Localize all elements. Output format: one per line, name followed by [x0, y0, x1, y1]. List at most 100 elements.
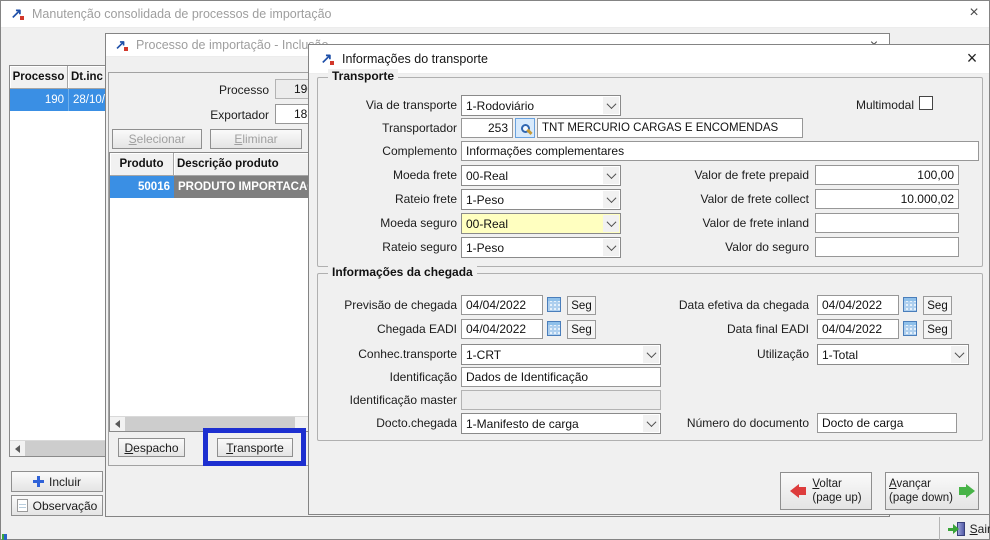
- chevron-down-icon[interactable]: [603, 97, 619, 114]
- selecionar-button-label: Selecionar: [129, 132, 186, 146]
- processo-label: Processo: [169, 83, 269, 97]
- data-final-eadi-label: Data final EADI: [639, 322, 809, 336]
- previsao-chegada-field[interactable]: 04/04/2022: [461, 295, 543, 315]
- incluir-button-label: Incluir: [49, 475, 81, 489]
- chevron-down-icon[interactable]: [603, 167, 619, 184]
- valor-inland-field[interactable]: [815, 213, 959, 233]
- chevron-down-icon[interactable]: [603, 215, 619, 232]
- cell-produto[interactable]: 50016: [110, 176, 174, 198]
- chevron-down-icon[interactable]: [603, 191, 619, 208]
- exit-door-icon: [948, 522, 965, 537]
- via-transporte-combo[interactable]: 1-Rodoviário: [461, 95, 621, 116]
- identificacao-field[interactable]: Dados de Identificação: [461, 367, 661, 387]
- valor-collect-label: Valor de frete collect: [649, 192, 809, 206]
- main-window-title: Manutenção consolidada de processos de i…: [32, 7, 332, 21]
- data-efetiva-label: Data efetiva da chegada: [639, 298, 809, 312]
- rateio-frete-label: Rateio frete: [329, 192, 457, 206]
- valor-prepaid-field[interactable]: 100,00: [815, 165, 959, 185]
- weekday-badge: Seg: [567, 296, 596, 315]
- transportador-name-field: TNT MERCURIO CARGAS E ENCOMENDAS: [537, 118, 803, 138]
- sair-button[interactable]: Sair: [939, 517, 990, 540]
- weekday-badge: Seg: [923, 296, 952, 315]
- data-final-eadi-field[interactable]: 04/04/2022: [817, 319, 899, 339]
- eliminar-button[interactable]: Eliminar: [210, 129, 302, 149]
- multimodal-checkbox[interactable]: [919, 96, 933, 110]
- via-transporte-value: 1-Rodoviário: [466, 99, 534, 113]
- main-window-titlebar: ↗ Manutenção consolidada de processos de…: [1, 1, 989, 28]
- chegada-legend: Informações da chegada: [328, 265, 477, 279]
- rateio-frete-value: 1-Peso: [466, 193, 504, 207]
- rateio-seguro-value: 1-Peso: [466, 241, 504, 255]
- numero-documento-label: Número do documento: [664, 416, 809, 430]
- chegada-eadi-label: Chegada EADI: [329, 322, 457, 336]
- moeda-frete-combo[interactable]: 00-Real: [461, 165, 621, 186]
- transportador-code-field[interactable]: 253: [461, 118, 513, 138]
- close-icon[interactable]: ×: [961, 4, 987, 24]
- valor-collect-field[interactable]: 10.000,02: [815, 189, 959, 209]
- sair-button-label: Sair: [970, 522, 990, 536]
- col-header-processo[interactable]: Processo: [10, 66, 68, 88]
- close-icon[interactable]: ×: [959, 49, 985, 69]
- note-icon: [17, 499, 28, 512]
- calendar-icon[interactable]: [547, 297, 561, 312]
- observacao-button[interactable]: Observação: [11, 495, 103, 516]
- calendar-icon[interactable]: [903, 297, 917, 312]
- chevron-down-icon[interactable]: [951, 346, 967, 363]
- calendar-icon[interactable]: [547, 321, 561, 336]
- plus-icon: [33, 476, 44, 487]
- utilizacao-label: Utilização: [699, 347, 809, 361]
- docto-chegada-combo[interactable]: 1-Manifesto de carga: [461, 413, 661, 434]
- data-efetiva-field[interactable]: 04/04/2022: [817, 295, 899, 315]
- identificacao-master-label: Identificação master: [314, 393, 457, 407]
- complemento-field[interactable]: Informações complementares: [461, 141, 979, 161]
- transportador-lookup-button[interactable]: [515, 118, 535, 138]
- utilizacao-combo[interactable]: 1-Total: [817, 344, 969, 365]
- calendar-icon[interactable]: [903, 321, 917, 336]
- app-logo-icon: ↗: [9, 6, 24, 21]
- voltar-button[interactable]: Voltar (page up): [780, 472, 872, 510]
- moeda-seguro-value: 00-Real: [466, 217, 508, 231]
- avancar-button[interactable]: Avançar (page down): [885, 472, 979, 510]
- identificacao-master-field: [461, 390, 661, 410]
- multimodal-label: Multimodal: [839, 98, 914, 112]
- selecionar-button[interactable]: Selecionar: [112, 129, 202, 149]
- utilizacao-value: 1-Total: [822, 348, 858, 362]
- conhec-transporte-label: Conhec.transporte: [329, 347, 457, 361]
- rateio-seguro-combo[interactable]: 1-Peso: [461, 237, 621, 258]
- transporte-legend: Transporte: [328, 69, 398, 83]
- voltar-label: Voltar: [812, 477, 841, 491]
- chevron-down-icon[interactable]: [643, 415, 659, 432]
- chevron-down-icon[interactable]: [643, 346, 659, 363]
- screen: ↗ Manutenção consolidada de processos de…: [0, 0, 990, 540]
- app-logo-icon: ↗: [113, 37, 128, 52]
- rateio-frete-combo[interactable]: 1-Peso: [461, 189, 621, 210]
- cell-processo[interactable]: 190: [10, 89, 68, 111]
- despacho-button-label: Despacho: [124, 441, 178, 455]
- transport-dialog-title: Informações do transporte: [342, 52, 488, 66]
- arrow-right-icon: [959, 484, 975, 498]
- toolbar-icon-fragment: [2, 534, 7, 540]
- valor-seguro-field[interactable]: [815, 237, 959, 257]
- scroll-left-icon[interactable]: [10, 441, 25, 456]
- chegada-eadi-field[interactable]: 04/04/2022: [461, 319, 543, 339]
- moeda-frete-label: Moeda frete: [329, 168, 457, 182]
- docto-chegada-value: 1-Manifesto de carga: [466, 417, 579, 431]
- app-logo-icon: ↗: [319, 51, 334, 66]
- moeda-seguro-label: Moeda seguro: [329, 216, 457, 230]
- moeda-frete-value: 00-Real: [466, 169, 508, 183]
- avancar-label: Avançar: [889, 477, 931, 491]
- despacho-button[interactable]: Despacho: [118, 438, 185, 457]
- scroll-left-icon[interactable]: [110, 417, 125, 431]
- annotation-highlight-box: [203, 428, 306, 466]
- identificacao-label: Identificação: [329, 370, 457, 384]
- transportador-label: Transportador: [329, 121, 457, 135]
- incluir-button[interactable]: Incluir: [11, 471, 103, 492]
- moeda-seguro-combo[interactable]: 00-Real: [461, 213, 621, 234]
- eliminar-button-label: Eliminar: [234, 132, 277, 146]
- conhec-transporte-combo[interactable]: 1-CRT: [461, 344, 661, 365]
- col-header-produto[interactable]: Produto: [110, 153, 174, 175]
- process-window-title: Processo de importação - Inclusão: [136, 38, 328, 52]
- numero-documento-field[interactable]: Docto de carga: [817, 413, 957, 433]
- transport-dialog-titlebar: ↗ Informações do transporte ×: [309, 45, 989, 74]
- chevron-down-icon[interactable]: [603, 239, 619, 256]
